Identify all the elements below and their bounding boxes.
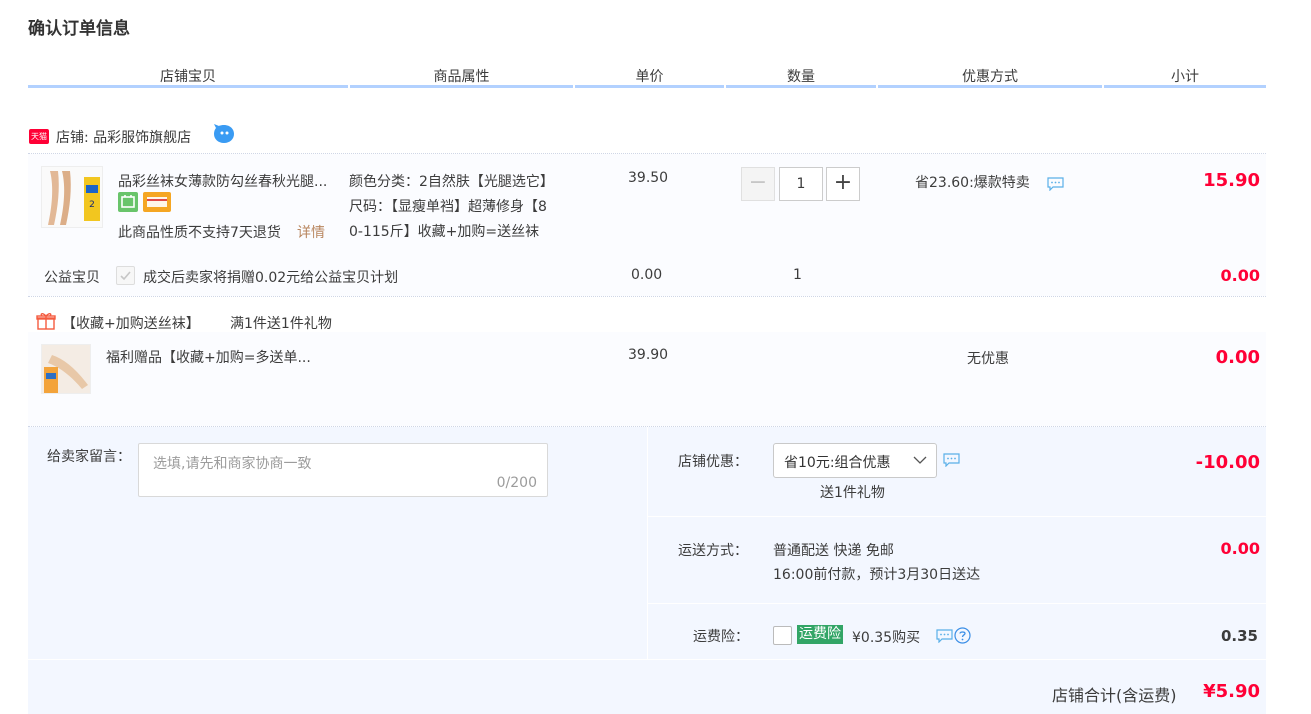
gift-discount: 无优惠 — [967, 351, 1009, 367]
gift-subtotal: 0.00 — [1215, 347, 1260, 368]
shop-discount-gift-note: 送1件礼物 — [820, 485, 885, 501]
gift-title-link[interactable]: 福利赠品【收藏+加购=多送单... — [106, 347, 311, 367]
charity-text: 成交后卖家将捐赠0.02元给公益宝贝计划 — [143, 270, 399, 286]
message-textarea[interactable]: 选填,请先和商家协商一致 0/200 — [138, 443, 548, 497]
insurance-tag: 运费险 — [797, 625, 843, 644]
chevron-down-icon — [912, 453, 928, 471]
product-thumbnail[interactable]: 2 — [41, 166, 103, 228]
charity-checkbox[interactable] — [116, 266, 135, 285]
gift-promo-rule: 满1件送1件礼物 — [230, 316, 332, 332]
charity-subtotal: 0.00 — [1220, 266, 1260, 285]
column-header-shop-item: 店铺宝贝 — [28, 66, 348, 88]
insurance-chat-icon[interactable] — [936, 629, 953, 647]
shop-name[interactable]: 店铺: 品彩服饰旗舰店 — [56, 127, 191, 147]
gift-thumbnail[interactable] — [41, 344, 91, 394]
item-unit-price: 39.50 — [628, 170, 669, 186]
no-return-notice: 此商品性质不支持7天退货 — [118, 225, 281, 241]
insurance-label: 运费险： — [693, 629, 749, 645]
page-title: 确认订单信息 — [28, 19, 130, 39]
attr-color: 颜色分类：2自然肤【光腿选它】 — [349, 174, 554, 190]
message-label: 给卖家留言： — [47, 449, 131, 465]
item-discount: 省23.60:爆款特卖 — [915, 175, 1030, 191]
message-counter: 0/200 — [496, 475, 537, 491]
shipping-label: 运送方式： — [678, 543, 748, 559]
charity-label: 公益宝贝 — [44, 270, 100, 286]
attr-size-line-2: 0-115斤】收藏+加购=送丝袜 — [349, 224, 540, 240]
help-question-icon[interactable] — [954, 627, 971, 648]
insurance-amount: 0.35 — [1220, 627, 1258, 645]
insurance-checkbox[interactable] — [773, 626, 792, 645]
no-return-detail-link[interactable]: 详情 — [297, 222, 325, 242]
charity-quantity: 1 — [793, 267, 802, 283]
shop-discount-label: 店铺优惠： — [678, 454, 748, 470]
shop-total-label: 店铺合计(含运费) — [1052, 686, 1177, 705]
shipping-eta: 16:00前付款，预计3月30日送达 — [773, 567, 981, 583]
svg-text:2: 2 — [89, 200, 95, 210]
insurance-text: ¥0.35购买 — [852, 630, 921, 646]
wangwang-chat-icon[interactable] — [213, 124, 235, 148]
item-subtotal: 15.90 — [1203, 170, 1260, 191]
charity-price: 0.00 — [631, 267, 663, 283]
column-header-quantity: 数量 — [726, 66, 876, 88]
shop-discount-chat-icon[interactable] — [943, 453, 960, 471]
message-placeholder: 选填,请先和商家协商一致 — [153, 456, 312, 472]
service-guarantee-icon[interactable] — [118, 192, 138, 212]
shop-discount-amount: -10.00 — [1195, 452, 1260, 473]
tmall-badge-icon: 天猫 — [29, 129, 49, 144]
shipping-method: 普通配送 快递 免邮 — [773, 543, 894, 559]
column-header-discount: 优惠方式 — [878, 66, 1102, 88]
shipping-amount: 0.00 — [1220, 539, 1260, 558]
column-header-subtotal: 小计 — [1104, 66, 1266, 88]
quantity-input[interactable]: 1 — [779, 167, 823, 201]
column-header-attributes: 商品属性 — [350, 66, 573, 88]
quantity-increase-button[interactable]: + — [826, 167, 860, 201]
column-header-price: 单价 — [575, 66, 724, 88]
product-title-link[interactable]: 品彩丝袜女薄款防勾丝春秋光腿... — [118, 171, 327, 191]
shop-discount-select[interactable]: 省10元:组合优惠 — [773, 443, 937, 478]
shop-discount-selected: 省10元:组合优惠 — [784, 455, 891, 471]
credit-card-icon[interactable] — [143, 192, 171, 212]
gift-promo-name: 【收藏+加购送丝袜】 — [62, 316, 200, 332]
quantity-decrease-button[interactable]: − — [741, 167, 775, 201]
attr-size-line-1: 尺码：【显瘦单裆】超薄修身【8 — [349, 199, 547, 215]
shop-total-amount: ¥5.90 — [1203, 681, 1260, 702]
gift-unit-price: 39.90 — [628, 347, 669, 363]
discount-chat-icon[interactable] — [1047, 177, 1064, 195]
